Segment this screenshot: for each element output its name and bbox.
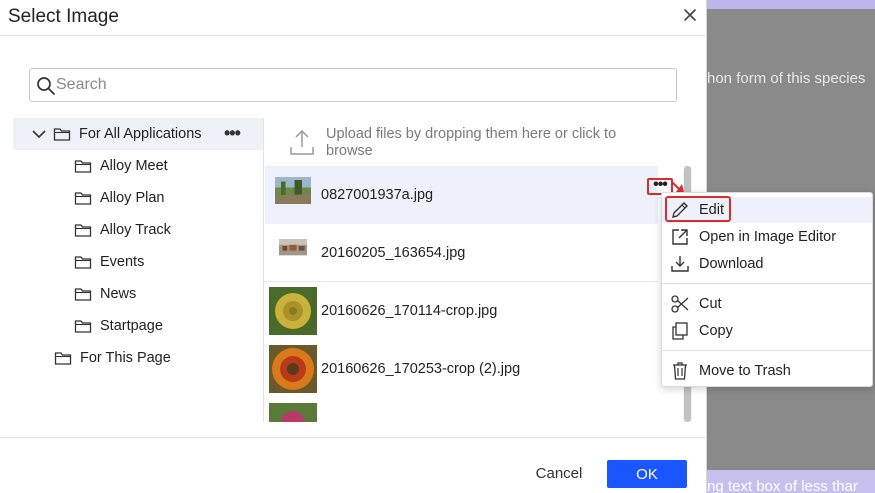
file-thumbnail (269, 345, 317, 393)
folder-icon (74, 320, 92, 333)
more-options-icon[interactable]: ••• (224, 123, 241, 144)
context-menu: Edit Open in Image Editor Download Cut C… (661, 192, 873, 387)
upload-icon (290, 129, 314, 155)
dialog-footer: Cancel OK (0, 437, 707, 493)
external-link-icon (672, 229, 688, 245)
tree-item-for-all-applications[interactable]: For All Applications ••• (13, 118, 263, 150)
file-thumbnail (269, 287, 317, 335)
file-row[interactable]: 20160205_163654.jpg (265, 224, 658, 282)
file-row[interactable]: 20160626_170114-crop.jpg (265, 282, 658, 340)
tree-item-alloy-meet[interactable]: Alloy Meet (74, 150, 254, 182)
menu-item-label: Cut (699, 296, 722, 312)
scissors-icon (671, 295, 689, 313)
tree-item-label: Alloy Meet (100, 158, 168, 174)
folder-icon (74, 160, 92, 173)
background-text-line: ng text box of less thar (707, 478, 858, 493)
file-name: 20160626_170253-crop (2).jpg (321, 361, 521, 377)
cancel-button[interactable]: Cancel (527, 460, 591, 486)
menu-item-copy[interactable]: Copy (662, 318, 872, 344)
tree-item-label: Alloy Plan (100, 190, 165, 206)
menu-divider (662, 283, 872, 284)
file-row[interactable]: 0827001937a.jpg ••• (265, 166, 673, 224)
folder-icon (54, 352, 72, 365)
tree-item-alloy-plan[interactable]: Alloy Plan (74, 182, 254, 214)
menu-item-label: Copy (699, 323, 733, 339)
tree-item-startpage[interactable]: Startpage (74, 310, 254, 342)
file-thumbnail (279, 238, 307, 255)
folder-icon (74, 256, 92, 269)
tree-item-label: Startpage (100, 318, 163, 334)
trash-icon (673, 362, 687, 380)
file-name: 0827001937a.jpg (321, 187, 434, 203)
tree-item-label: For This Page (80, 350, 171, 366)
search-input[interactable] (56, 72, 666, 98)
close-button[interactable] (680, 4, 700, 26)
background-top-strip (707, 0, 875, 9)
tree-item-alloy-track[interactable]: Alloy Track (74, 214, 254, 246)
search-box[interactable] (29, 68, 677, 102)
menu-item-cut[interactable]: Cut (662, 291, 872, 317)
tree-item-news[interactable]: News (74, 278, 254, 310)
folder-icon (74, 288, 92, 301)
file-row[interactable] (265, 398, 658, 422)
menu-item-download[interactable]: Download (662, 251, 872, 277)
dialog-header: Select Image (0, 0, 707, 36)
background-text-line: hon form of this species (707, 70, 866, 87)
ok-button[interactable]: OK (607, 460, 687, 488)
menu-item-label: Open in Image Editor (699, 229, 837, 245)
folder-icon (74, 192, 92, 205)
file-name: 20160626_170114-crop.jpg (321, 303, 498, 319)
file-name: 20160205_163654.jpg (321, 244, 466, 261)
upload-dropzone[interactable]: Upload files by dropping them here or cl… (288, 126, 668, 160)
tree-item-events[interactable]: Events (74, 246, 254, 278)
tree-item-label: News (100, 286, 137, 302)
chevron-down-icon[interactable] (31, 126, 47, 142)
menu-divider (662, 350, 872, 351)
tree-item-label: Events (100, 254, 145, 270)
file-list: 0827001937a.jpg ••• 20160205_163654.jpg … (265, 166, 685, 422)
folder-icon (53, 128, 71, 141)
menu-item-open-in-image-editor[interactable]: Open in Image Editor (662, 224, 872, 250)
search-icon (37, 77, 55, 95)
tree-item-label: For All Applications (79, 126, 202, 142)
folder-tree: For All Applications ••• Alloy Meet Allo… (13, 118, 265, 422)
folder-icon (74, 224, 92, 237)
menu-item-move-to-trash[interactable]: Move to Trash (662, 358, 872, 384)
tree-item-label: Alloy Track (100, 222, 171, 238)
highlight-box (665, 196, 731, 222)
close-icon (684, 9, 696, 21)
menu-item-label: Move to Trash (699, 363, 791, 379)
file-thumbnail (269, 403, 317, 422)
tree-item-for-this-page[interactable]: For This Page (54, 342, 254, 374)
dialog-title: Select Image (8, 6, 119, 27)
copy-icon (672, 322, 688, 340)
panel-divider (263, 118, 264, 422)
file-row[interactable]: 20160626_170253-crop (2).jpg (265, 340, 658, 398)
select-image-dialog: Select Image For All Applications ••• (0, 0, 707, 493)
download-icon (671, 256, 689, 272)
file-thumbnail (275, 177, 311, 204)
upload-instructions: Upload files by dropping them here or cl… (326, 126, 617, 159)
menu-item-label: Download (699, 256, 764, 272)
